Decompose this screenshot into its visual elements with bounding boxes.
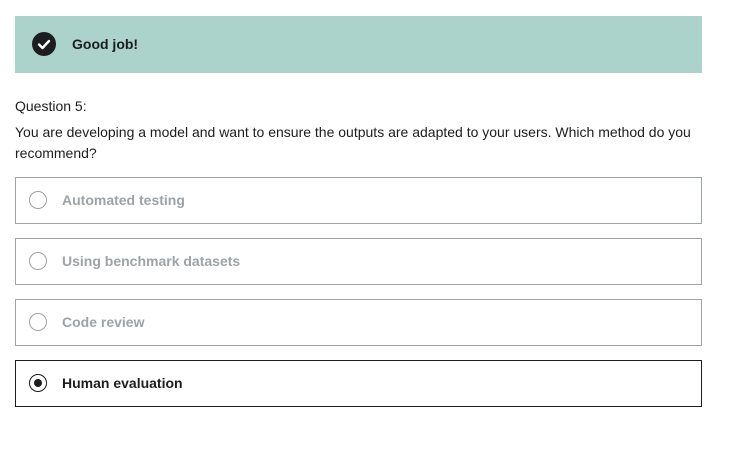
answer-options: Automated testing Using benchmark datase… bbox=[15, 177, 702, 421]
radio-button[interactable] bbox=[29, 252, 47, 270]
check-circle-icon bbox=[32, 32, 56, 56]
question-number: Question 5: bbox=[15, 98, 87, 114]
answer-option-benchmark-datasets[interactable]: Using benchmark datasets bbox=[15, 238, 702, 285]
radio-selected-dot bbox=[33, 378, 42, 387]
answer-option-automated-testing[interactable]: Automated testing bbox=[15, 177, 702, 224]
radio-button[interactable] bbox=[29, 374, 47, 392]
answer-option-human-evaluation[interactable]: Human evaluation bbox=[15, 360, 702, 407]
radio-button[interactable] bbox=[29, 191, 47, 209]
result-banner: Good job! bbox=[15, 16, 702, 73]
answer-option-label: Automated testing bbox=[62, 192, 185, 208]
answer-option-code-review[interactable]: Code review bbox=[15, 299, 702, 346]
radio-button[interactable] bbox=[29, 313, 47, 331]
question-prompt: You are developing a model and want to e… bbox=[15, 124, 691, 161]
answer-option-label: Using benchmark datasets bbox=[62, 253, 241, 269]
result-message: Good job! bbox=[72, 36, 139, 52]
answer-option-label: Code review bbox=[62, 314, 145, 330]
answer-option-label: Human evaluation bbox=[62, 375, 183, 391]
